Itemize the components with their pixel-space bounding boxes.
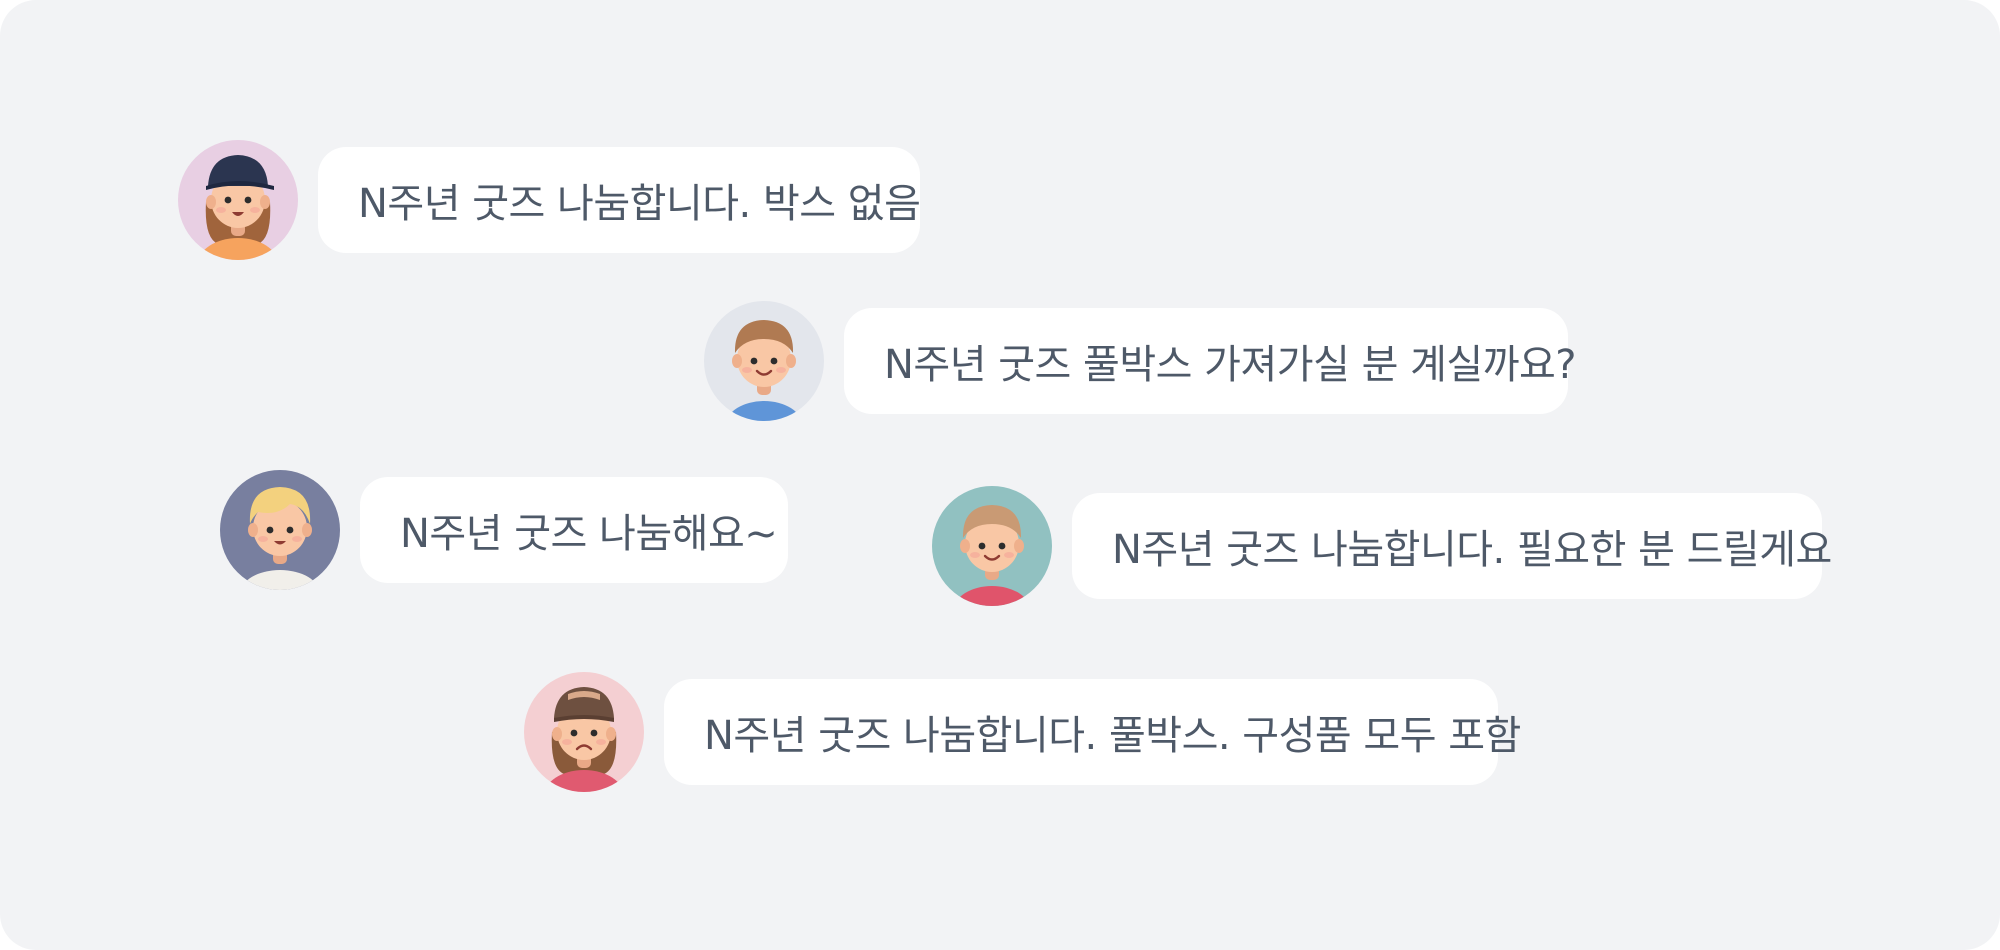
chat-message: N주년 굿즈 풀박스 가져가실 분 계실까요? xyxy=(704,301,1577,421)
chat-message: N주년 굿즈 나눔합니다. 필요한 분 드릴게요 xyxy=(932,486,1832,606)
message-text: N주년 굿즈 풀박스 가져가실 분 계실까요? xyxy=(884,342,1577,388)
chat-message: N주년 굿즈 나눔해요~ xyxy=(220,470,788,590)
message-text: N주년 굿즈 나눔해요~ xyxy=(400,511,778,557)
message-bubble: N주년 굿즈 나눔합니다. 필요한 분 드릴게요 xyxy=(1072,493,1832,599)
girl-with-cap-avatar xyxy=(178,140,298,260)
message-bubble: N주년 굿즈 나눔해요~ xyxy=(360,477,788,583)
boy-avatar xyxy=(932,486,1052,606)
blonde-person-avatar xyxy=(220,470,340,590)
message-text: N주년 굿즈 나눔합니다. 박스 없음 xyxy=(358,181,921,227)
chat-board: N주년 굿즈 나눔합니다. 박스 없음 N주년 굿즈 풀박스 가져가실 분 계실… xyxy=(0,0,2000,950)
chat-message: N주년 굿즈 나눔합니다. 박스 없음 xyxy=(178,140,921,260)
message-bubble: N주년 굿즈 나눔합니다. 풀박스. 구성품 모두 포함 xyxy=(664,679,1521,785)
message-bubble: N주년 굿즈 풀박스 가져가실 분 계실까요? xyxy=(844,308,1577,414)
message-text: N주년 굿즈 나눔합니다. 풀박스. 구성품 모두 포함 xyxy=(704,713,1521,759)
sad-girl-with-cap-avatar xyxy=(524,672,644,792)
chat-message: N주년 굿즈 나눔합니다. 풀박스. 구성품 모두 포함 xyxy=(524,672,1521,792)
message-text: N주년 굿즈 나눔합니다. 필요한 분 드릴게요 xyxy=(1112,527,1832,573)
boy-avatar xyxy=(704,301,824,421)
message-bubble: N주년 굿즈 나눔합니다. 박스 없음 xyxy=(318,147,921,253)
